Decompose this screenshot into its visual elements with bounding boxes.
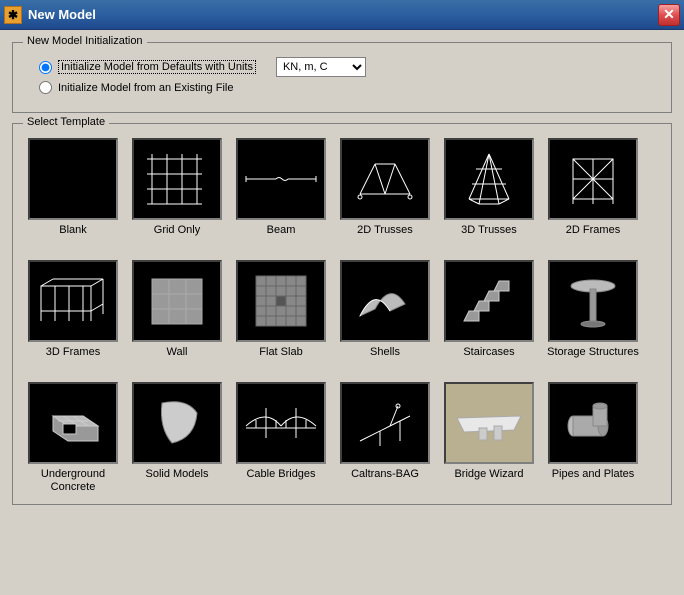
template-label: Wall	[167, 346, 188, 374]
radio-defaults-label: Initialize Model from Defaults with Unit…	[58, 60, 256, 74]
template-shells-thumb	[340, 260, 430, 342]
templates-group: Select Template Blank	[12, 123, 672, 505]
template-blank[interactable]: Blank	[27, 138, 119, 252]
template-label: Beam	[267, 224, 296, 252]
template-label: Bridge Wizard	[454, 468, 523, 496]
template-label: 3D Frames	[46, 346, 100, 374]
template-label: Storage Structures	[547, 346, 639, 374]
template-staircases-thumb	[444, 260, 534, 342]
template-storage-thumb	[548, 260, 638, 342]
template-wall[interactable]: Wall	[131, 260, 223, 374]
template-shells[interactable]: Shells	[339, 260, 431, 374]
wall-icon	[147, 274, 207, 329]
window-title: New Model	[28, 7, 658, 22]
template-cable-bridges-thumb	[236, 382, 326, 464]
initialization-group: New Model Initialization Initialize Mode…	[12, 42, 672, 113]
template-3d-frames-thumb	[28, 260, 118, 342]
close-icon: ✕	[663, 6, 675, 23]
initialization-group-title: New Model Initialization	[23, 35, 147, 47]
template-label: Underground Concrete	[27, 468, 119, 496]
template-label: Cable Bridges	[246, 468, 315, 496]
template-label: Blank	[59, 224, 87, 252]
template-pipes-plates-thumb	[548, 382, 638, 464]
template-caltrans-thumb	[340, 382, 430, 464]
app-icon: ✱	[4, 6, 22, 24]
shells-icon	[350, 276, 420, 326]
template-caltrans[interactable]: Caltrans-BAG	[339, 382, 431, 496]
template-label: Staircases	[463, 346, 514, 374]
radio-existing-label: Initialize Model from an Existing File	[58, 82, 233, 94]
slab-icon	[251, 271, 311, 331]
template-staircases[interactable]: Staircases	[443, 260, 535, 374]
template-2d-trusses-thumb	[340, 138, 430, 220]
titlebar: ✱ New Model ✕	[0, 0, 684, 30]
frame2d-icon	[558, 149, 628, 209]
template-3d-frames[interactable]: 3D Frames	[27, 260, 119, 374]
template-underground[interactable]: Underground Concrete	[27, 382, 119, 496]
template-storage[interactable]: Storage Structures	[547, 260, 639, 374]
template-2d-frames-thumb	[548, 138, 638, 220]
template-label: 2D Trusses	[357, 224, 413, 252]
radio-row-defaults: Initialize Model from Defaults with Unit…	[27, 57, 657, 77]
caltrans-icon	[350, 396, 420, 451]
template-beam-thumb	[236, 138, 326, 220]
templates-grid: Blank Grid Only	[27, 134, 657, 496]
template-3d-trusses-thumb	[444, 138, 534, 220]
template-label: Flat Slab	[259, 346, 302, 374]
units-select[interactable]: KN, m, C	[276, 57, 366, 77]
template-label: Grid Only	[154, 224, 200, 252]
radio-defaults[interactable]	[39, 61, 52, 74]
template-2d-frames[interactable]: 2D Frames	[547, 138, 639, 252]
truss2d-icon	[350, 154, 420, 204]
template-3d-trusses[interactable]: 3D Trusses	[443, 138, 535, 252]
template-solid-models[interactable]: Solid Models	[131, 382, 223, 496]
storage-icon	[563, 271, 623, 331]
template-cable-bridges[interactable]: Cable Bridges	[235, 382, 327, 496]
close-button[interactable]: ✕	[658, 4, 680, 26]
solid-icon	[147, 393, 207, 453]
template-pipes-plates[interactable]: Pipes and Plates	[547, 382, 639, 496]
cable-icon	[241, 398, 321, 448]
template-2d-trusses[interactable]: 2D Trusses	[339, 138, 431, 252]
beam-icon	[241, 169, 321, 189]
truss3d-icon	[454, 149, 524, 209]
template-solid-models-thumb	[132, 382, 222, 464]
template-wall-thumb	[132, 260, 222, 342]
template-label: Shells	[370, 346, 400, 374]
template-flat-slab[interactable]: Flat Slab	[235, 260, 327, 374]
template-bridge-wizard[interactable]: Bridge Wizard	[443, 382, 535, 496]
underground-icon	[38, 396, 108, 451]
bridge-icon	[449, 398, 529, 448]
template-label: 2D Frames	[566, 224, 620, 252]
frame3d-icon	[33, 271, 113, 331]
template-beam[interactable]: Beam	[235, 138, 327, 252]
template-label: Solid Models	[146, 468, 209, 496]
stairs-icon	[454, 271, 524, 331]
template-underground-thumb	[28, 382, 118, 464]
template-label: 3D Trusses	[461, 224, 517, 252]
template-blank-thumb	[28, 138, 118, 220]
template-label: Caltrans-BAG	[351, 468, 419, 496]
template-grid-only-thumb	[132, 138, 222, 220]
pipes-icon	[558, 396, 628, 451]
dialog-content: New Model Initialization Initialize Mode…	[0, 30, 684, 595]
template-grid-only[interactable]: Grid Only	[131, 138, 223, 252]
template-bridge-wizard-thumb	[444, 382, 534, 464]
grid-icon	[142, 149, 212, 209]
template-label: Pipes and Plates	[552, 468, 635, 496]
template-flat-slab-thumb	[236, 260, 326, 342]
radio-existing[interactable]	[39, 81, 52, 94]
radio-row-existing: Initialize Model from an Existing File	[27, 81, 657, 94]
templates-group-title: Select Template	[23, 116, 109, 128]
